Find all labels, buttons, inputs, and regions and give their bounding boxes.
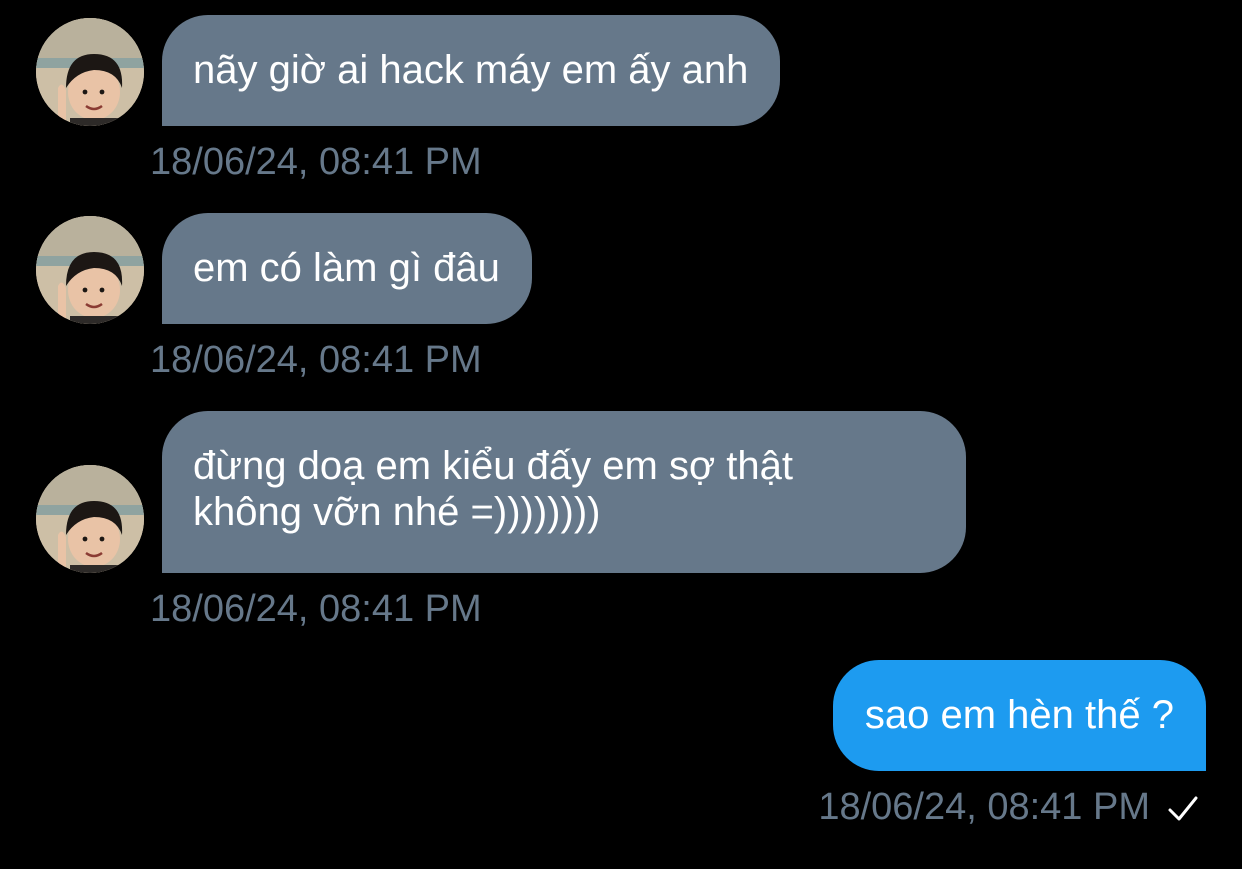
message-timestamp: 18/06/24, 08:41 PM xyxy=(150,588,482,630)
check-icon xyxy=(1168,796,1198,821)
avatar-photo xyxy=(36,465,144,573)
message-bubble-incoming[interactable]: đừng doạ em kiểu đấy em sợ thật không vỡ… xyxy=(162,411,966,573)
message-text-line: đừng doạ em kiểu đấy em sợ thật xyxy=(193,444,793,488)
message-text: nãy giờ ai hack máy em ấy anh xyxy=(193,48,749,92)
message-timestamp: 18/06/24, 08:41 PM xyxy=(818,786,1150,828)
avatar-photo xyxy=(36,18,144,126)
contact-avatar[interactable] xyxy=(36,18,144,126)
message-timestamp: 18/06/24, 08:41 PM xyxy=(150,339,482,381)
message-bubble-outgoing[interactable]: sao em hèn thế ? xyxy=(832,660,1206,771)
message-timestamp: 18/06/24, 08:41 PM xyxy=(150,141,482,183)
chat-thread: nãy giờ ai hack máy em ấy anh 18/06/24, … xyxy=(0,0,1242,869)
message-text-line: không vỡn nhé =)))))))) xyxy=(193,490,601,534)
message-bubble-incoming[interactable]: em có làm gì đâu xyxy=(162,213,532,324)
contact-avatar[interactable] xyxy=(36,465,144,573)
contact-avatar[interactable] xyxy=(36,216,144,324)
message-bubble-incoming[interactable]: nãy giờ ai hack máy em ấy anh xyxy=(162,15,781,126)
message-text: em có làm gì đâu xyxy=(193,246,500,290)
avatar-photo xyxy=(36,216,144,324)
message-text: sao em hèn thế ? xyxy=(864,693,1174,737)
